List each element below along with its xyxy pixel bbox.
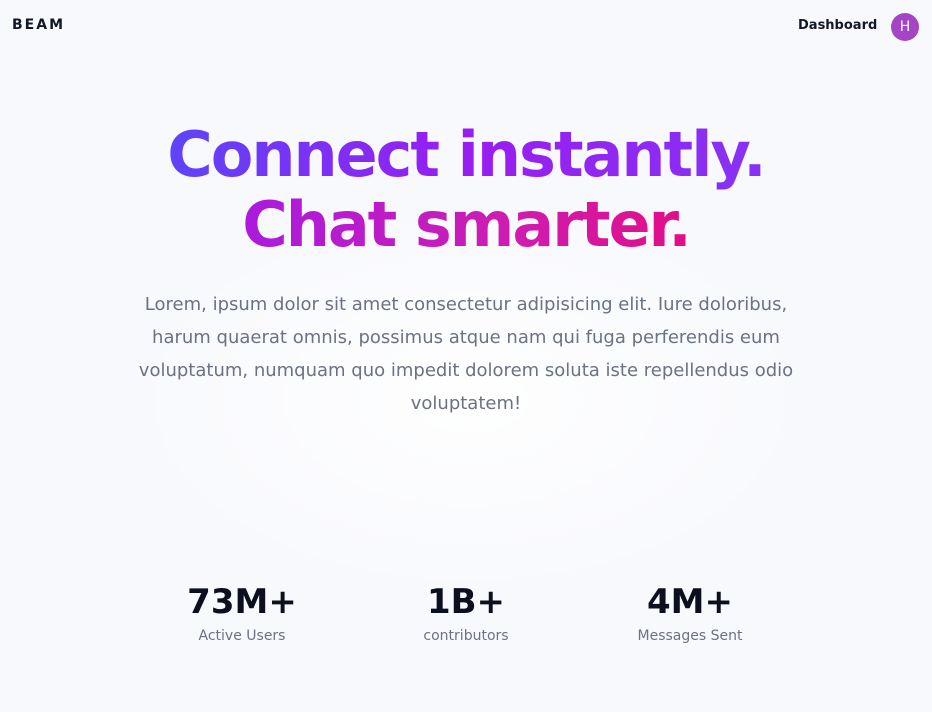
stat-contributors: 1B+ contributors [354,580,578,644]
stat-label: contributors [423,628,509,644]
headline-line-2: Chat smarter. [0,190,932,260]
stat-value: 73M+ [187,582,297,622]
dashboard-link[interactable]: Dashboard [798,18,877,33]
stat-label: Active Users [198,628,286,644]
headline-line-1: Connect instantly. [0,120,932,190]
stat-value: 4M+ [647,582,733,622]
stat-value: 1B+ [426,582,506,622]
hero-headline: Connect instantly. Chat smarter. [0,120,932,260]
hero-section: Connect instantly. Chat smarter. Lorem, … [0,120,932,420]
brand-logo[interactable]: BEAM [12,17,65,33]
stat-label: Messages Sent [637,628,743,644]
hero-subtitle: Lorem, ipsum dolor sit amet consectetur … [138,294,794,414]
stat-messages-sent: 4M+ Messages Sent [578,580,802,644]
user-avatar[interactable]: H [891,13,919,41]
stats-section: 73M+ Active Users 1B+ contributors 4M+ M… [130,580,802,644]
top-nav: BEAM Dashboard H [0,0,932,54]
stat-active-users: 73M+ Active Users [130,580,354,644]
